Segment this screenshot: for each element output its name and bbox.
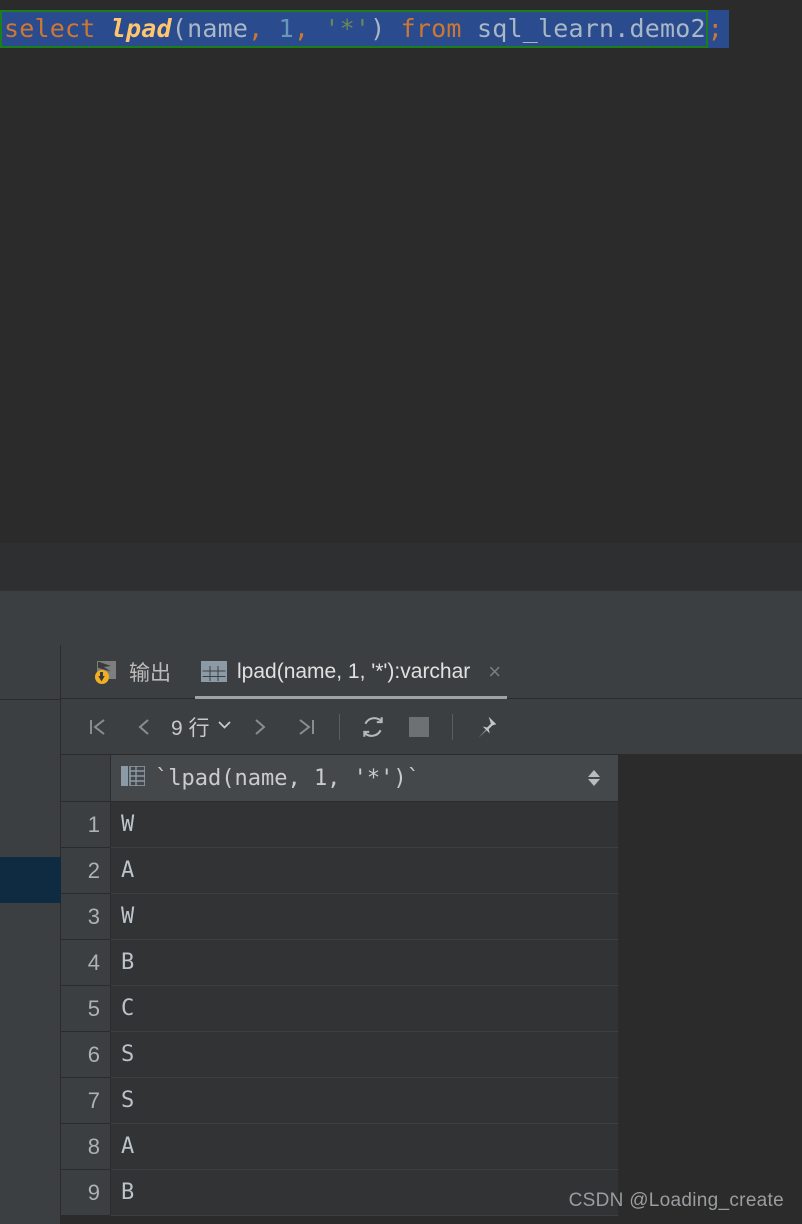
row-number: 5 (61, 986, 111, 1032)
header-filler (619, 755, 802, 801)
column-type-icon (121, 764, 146, 791)
chevron-down-icon (216, 715, 233, 739)
table-row[interactable]: 2 A (61, 848, 802, 894)
sql-token-space-2 (385, 12, 400, 46)
row-number: 1 (61, 802, 111, 848)
sql-token-table: sql_learn.demo2 (476, 14, 706, 43)
table-row[interactable]: 1 W (61, 802, 802, 848)
table-row[interactable]: 8 A (61, 1124, 802, 1170)
row-number-header (61, 755, 111, 801)
sql-editor[interactable]: select lpad(name, 1, '*') from sql_learn… (0, 0, 802, 543)
sql-statement-terminator-wrap: ; (707, 10, 729, 48)
sort-updown-icon[interactable] (588, 770, 600, 786)
row-filler (619, 986, 802, 1032)
left-strip-selected-marker (0, 857, 61, 903)
sql-token-space-1 (96, 12, 111, 46)
sql-token-semicolon: ; (707, 14, 723, 43)
tab-result-grid-label: lpad(name, 1, '*'):varchar (237, 659, 471, 683)
sql-token-lpad: lpad (110, 14, 172, 43)
sql-token-from: from (400, 14, 462, 43)
row-value[interactable]: A (111, 1124, 619, 1170)
sql-token-space-3 (462, 12, 477, 46)
toolbar-separator-1 (338, 713, 340, 740)
results-toolbar: 9 行 (61, 699, 802, 755)
panel-splitter-band[interactable] (0, 590, 802, 645)
row-value[interactable]: B (111, 1170, 619, 1216)
table-row[interactable]: 3 W (61, 894, 802, 940)
table-row[interactable]: 4 B (61, 940, 802, 986)
sql-token-comma-1: , (248, 14, 279, 43)
sql-token-paren-open: ( (171, 14, 188, 43)
row-number: 8 (61, 1124, 111, 1170)
tab-result-grid[interactable]: lpad(name, 1, '*'):varchar × (189, 645, 513, 699)
left-strip-divider (0, 699, 61, 700)
sql-statement-line[interactable]: select lpad(name, 1, '*') from sql_learn… (0, 10, 729, 48)
close-icon[interactable]: × (488, 660, 501, 683)
tab-output[interactable]: 输出 (61, 645, 189, 699)
sql-token-star-literal: '*' (324, 14, 371, 43)
row-number: 6 (61, 1032, 111, 1078)
last-page-icon[interactable] (283, 704, 329, 750)
row-value[interactable]: B (111, 940, 619, 986)
app-window: select lpad(name, 1, '*') from sql_learn… (0, 0, 802, 1224)
table-row[interactable]: 6 S (61, 1032, 802, 1078)
first-page-icon[interactable] (75, 704, 121, 750)
row-number: 2 (61, 848, 111, 894)
row-value[interactable]: W (111, 802, 619, 848)
sql-selection[interactable]: select lpad(name, 1, '*') from sql_learn… (0, 10, 708, 48)
row-value[interactable]: W (111, 894, 619, 940)
sql-token-paren-close: ) (370, 14, 386, 43)
row-value[interactable]: A (111, 848, 619, 894)
sql-token-comma-2: , (293, 14, 325, 43)
prev-page-icon[interactable] (121, 704, 167, 750)
next-page-icon[interactable] (237, 704, 283, 750)
results-tabbar: 输出 lpad(name, 1, '*'):varchar × (61, 645, 802, 699)
editor-bottom-strip (0, 543, 802, 590)
output-arrow-icon (95, 660, 119, 684)
row-filler (619, 802, 802, 848)
column-header-lpad[interactable]: `lpad(name, 1, '*')` (111, 755, 619, 801)
left-tool-strip[interactable] (0, 645, 61, 1224)
row-filler (619, 848, 802, 894)
pin-icon[interactable] (463, 704, 509, 750)
row-filler (619, 1124, 802, 1170)
table-row[interactable]: 7 S (61, 1078, 802, 1124)
row-filler (619, 940, 802, 986)
stop-icon[interactable] (396, 704, 442, 750)
row-number: 3 (61, 894, 111, 940)
reload-icon[interactable] (350, 704, 396, 750)
sql-token-name: name (187, 14, 249, 43)
row-filler (619, 894, 802, 940)
row-value[interactable]: S (111, 1032, 619, 1078)
sql-token-select: select (4, 14, 96, 43)
row-number: 7 (61, 1078, 111, 1124)
table-grid-icon (201, 661, 227, 682)
column-header-label: `lpad(name, 1, '*')` (155, 765, 420, 791)
watermark: CSDN @Loading_create (568, 1190, 784, 1211)
row-filler (619, 1078, 802, 1124)
tab-output-label: 输出 (129, 661, 171, 685)
result-table: `lpad(name, 1, '*')` 1 W 2 A 3 W 4 B 5 C… (61, 755, 802, 1224)
row-number: 9 (61, 1170, 111, 1216)
row-value[interactable]: C (111, 986, 619, 1032)
rows-count-label: 9 行 (171, 716, 210, 740)
results-panel: 输出 lpad(name, 1, '*'):varchar × 9 行 `lpa… (61, 645, 802, 1224)
table-row[interactable]: 5 C (61, 986, 802, 1032)
sql-token-one: 1 (278, 14, 294, 43)
rows-count-dropdown[interactable]: 9 行 (167, 712, 237, 742)
toolbar-separator-2 (451, 713, 453, 740)
row-number: 4 (61, 940, 111, 986)
result-table-header: `lpad(name, 1, '*')` (61, 755, 802, 802)
row-filler (619, 1032, 802, 1078)
row-value[interactable]: S (111, 1078, 619, 1124)
